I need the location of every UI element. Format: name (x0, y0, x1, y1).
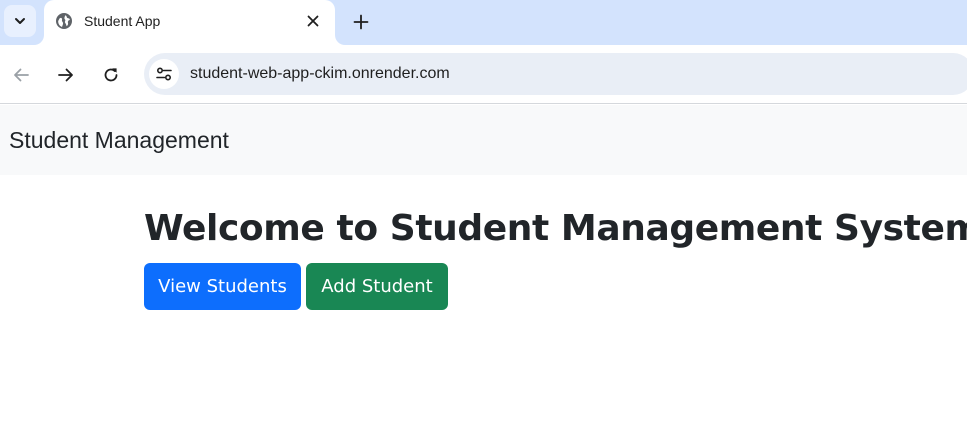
close-icon (307, 15, 319, 27)
reload-icon (104, 68, 118, 82)
close-tab-button[interactable] (303, 11, 323, 31)
browser-toolbar: student-web-app-ckim.onrender.com (0, 45, 967, 104)
reload-button[interactable] (97, 61, 125, 89)
browser-tab-strip: Student App (0, 0, 967, 45)
url-text[interactable]: student-web-app-ckim.onrender.com (190, 65, 450, 83)
site-info-button[interactable] (149, 59, 179, 89)
navbar-brand[interactable]: Student Management (9, 127, 229, 154)
plus-icon (353, 14, 369, 30)
back-button[interactable] (7, 61, 35, 89)
address-bar[interactable]: student-web-app-ckim.onrender.com (144, 53, 967, 95)
arrow-right-icon (58, 68, 73, 82)
view-students-button[interactable]: View Students (144, 263, 301, 310)
forward-button[interactable] (52, 61, 80, 89)
add-student-button[interactable]: Add Student (306, 263, 448, 310)
arrow-left-icon (14, 68, 29, 82)
tab-search-button[interactable] (4, 5, 36, 37)
globe-icon (56, 13, 72, 29)
new-tab-button[interactable] (347, 8, 375, 36)
tune-icon (156, 67, 172, 81)
welcome-heading: Welcome to Student Management System (144, 208, 967, 249)
navbar: Student Management (0, 105, 967, 175)
page-content: Student Management Welcome to Student Ma… (0, 105, 967, 423)
chevron-down-icon (15, 18, 25, 24)
tab-title: Student App (84, 13, 161, 29)
browser-tab[interactable]: Student App (44, 0, 335, 45)
